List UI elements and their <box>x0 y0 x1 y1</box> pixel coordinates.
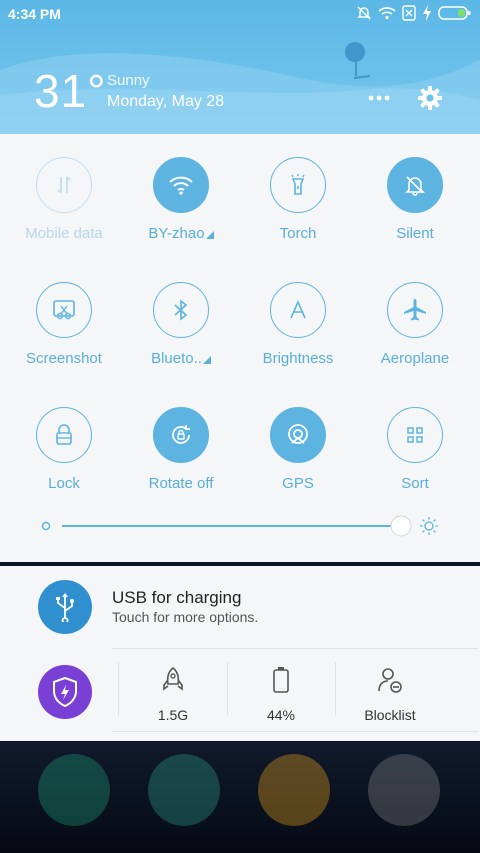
divider <box>118 662 119 716</box>
screenshot-icon <box>36 282 92 338</box>
divider <box>112 648 478 649</box>
wifi-status-icon <box>378 6 396 25</box>
sort-grid-icon <box>387 407 443 463</box>
battery-icon <box>271 667 291 698</box>
silent-bell-icon <box>387 157 443 213</box>
tile-lock[interactable]: Lock <box>6 407 122 492</box>
mute-icon <box>356 5 372 26</box>
stat-battery[interactable]: 44% <box>231 666 331 723</box>
status-time: 4:34 PM <box>8 6 61 22</box>
tile-bluetooth[interactable]: Blueto.. <box>123 282 239 367</box>
rocket-icon <box>161 666 185 698</box>
lock-icon <box>36 407 92 463</box>
security-shield-icon[interactable] <box>38 665 92 719</box>
browser-app-icon[interactable] <box>148 754 220 826</box>
tile-label: BY-zhao <box>148 225 205 242</box>
battery-status-icon <box>438 5 472 26</box>
settings-gear-icon[interactable] <box>416 84 444 117</box>
expand-caret-icon[interactable] <box>202 356 211 364</box>
camera-app-icon[interactable] <box>368 754 440 826</box>
tile-screenshot[interactable]: Screenshot <box>6 282 122 367</box>
temperature: 31° <box>34 65 107 117</box>
notification-subtitle: Touch for more options. <box>112 609 259 625</box>
stat-value: 44% <box>266 707 296 723</box>
tile-silent[interactable]: Silent <box>357 157 473 242</box>
notification-card[interactable]: USB for charging Touch for more options.… <box>0 566 480 741</box>
rotate-lock-icon <box>153 407 209 463</box>
brightness-auto-icon <box>270 282 326 338</box>
weather-header: 4:34 PM 31° Sunny Monday, May 28 <box>0 0 480 134</box>
stat-value: 1.5G <box>157 707 189 723</box>
home-dock <box>0 742 480 853</box>
tile-aeroplane[interactable]: Aeroplane <box>357 282 473 367</box>
brightness-low-icon <box>41 521 51 531</box>
charging-bolt-icon <box>422 5 432 26</box>
stat-memory[interactable]: 1.5G <box>123 666 223 723</box>
tile-label: Screenshot <box>26 350 102 367</box>
tile-sort[interactable]: Sort <box>357 407 473 492</box>
weather-condition: Sunny <box>107 72 150 89</box>
bluetooth-icon <box>153 282 209 338</box>
torch-icon <box>270 157 326 213</box>
tile-torch[interactable]: Torch <box>240 157 356 242</box>
date-label: Monday, May 28 <box>107 93 225 110</box>
wifi-icon <box>153 157 209 213</box>
tile-label: Silent <box>396 225 434 242</box>
status-bar: 4:34 PM <box>0 0 480 28</box>
tile-label: GPS <box>282 475 314 492</box>
brightness-high-icon <box>420 517 438 535</box>
tile-rotate[interactable]: Rotate off <box>123 407 239 492</box>
more-options-icon[interactable] <box>366 88 392 113</box>
stat-value: Blocklist <box>364 707 416 723</box>
gps-icon <box>270 407 326 463</box>
no-sim-icon <box>402 5 416 26</box>
mobile-data-icon <box>36 157 92 213</box>
divider <box>112 731 478 732</box>
expand-caret-icon[interactable] <box>205 231 214 239</box>
tile-gps[interactable]: GPS <box>240 407 356 492</box>
tile-label: Rotate off <box>148 475 214 492</box>
tile-label: Blueto.. <box>151 350 202 367</box>
slider-thumb <box>390 515 412 537</box>
blocklist-user-icon <box>376 668 404 698</box>
stat-blocklist[interactable]: Blocklist <box>340 666 440 723</box>
divider <box>335 662 336 716</box>
tile-label: Sort <box>401 475 429 492</box>
phone-app-icon[interactable] <box>38 754 110 826</box>
quick-settings-panel: Mobile data BY-zhao Torch Silent Screens… <box>0 134 480 562</box>
tile-label: Mobile data <box>25 225 103 242</box>
tile-brightness[interactable]: Brightness <box>240 282 356 367</box>
tile-wifi[interactable]: BY-zhao <box>123 157 239 242</box>
tile-mobile-data[interactable]: Mobile data <box>6 157 122 242</box>
usb-icon <box>38 580 92 634</box>
brightness-slider[interactable] <box>40 514 440 538</box>
divider <box>227 662 228 716</box>
notification-title: USB for charging <box>112 588 242 607</box>
messages-app-icon[interactable] <box>258 754 330 826</box>
tile-label: Brightness <box>262 350 334 367</box>
tile-label: Torch <box>279 225 317 242</box>
airplane-icon <box>387 282 443 338</box>
tile-label: Lock <box>48 475 80 492</box>
tile-label: Aeroplane <box>380 350 450 367</box>
